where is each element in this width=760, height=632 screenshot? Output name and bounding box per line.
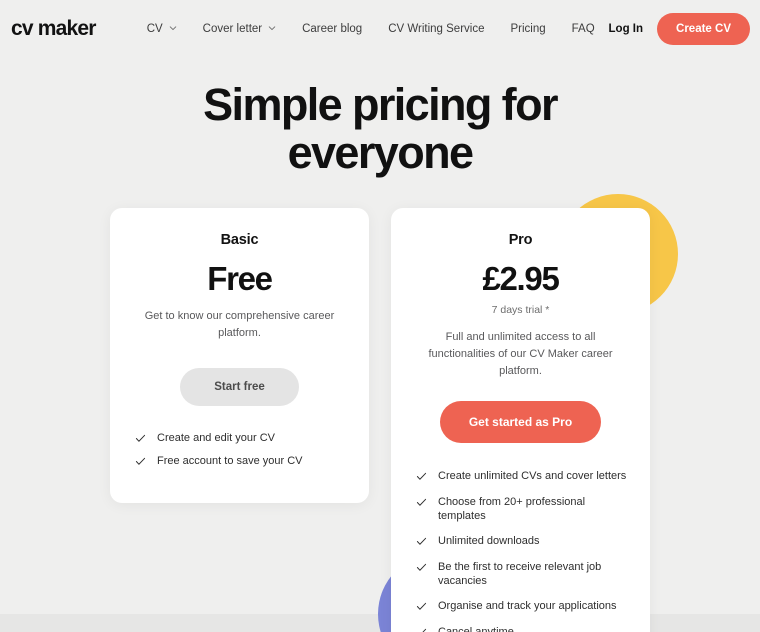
list-item: Be the first to receive relevant job vac… — [413, 560, 628, 589]
list-item: Organise and track your applications — [413, 599, 628, 613]
nav-item-label: FAQ — [571, 23, 595, 35]
nav-item-label: Cover letter — [202, 23, 263, 35]
nav-item-label: CV — [146, 23, 163, 35]
get-started-as-pro-button[interactable]: Get started as Pro — [439, 401, 602, 444]
nav-item-label: CV Writing Service — [388, 23, 485, 35]
feature-text: Create and edit your CV — [157, 431, 276, 444]
plan-price-pro: £2.95 — [482, 260, 559, 298]
logo[interactable]: cv maker — [11, 17, 96, 41]
header-actions: Log In Create CV — [609, 13, 750, 45]
cta-wrapper-pro: Get started as Pro — [413, 379, 628, 444]
check-icon — [416, 562, 427, 573]
pricing-cards: Basic Free Get to know our comprehensive… — [0, 208, 760, 632]
plan-name-pro: Pro — [508, 232, 533, 249]
check-icon — [416, 536, 427, 547]
page-title: Simple pricing for everyone — [203, 79, 558, 179]
feature-text: Be the first to receive relevant job vac… — [438, 560, 602, 587]
feature-text: Create unlimited CVs and cover letters — [438, 470, 627, 483]
list-item: Cancel anytime — [413, 625, 628, 632]
feature-text: Free account to save your CV — [157, 455, 303, 468]
chevron-down-icon — [268, 24, 276, 32]
cta-wrapper-basic: Start free — [132, 342, 347, 406]
nav-item-career-blog[interactable]: Career blog — [289, 17, 375, 41]
check-icon — [416, 471, 427, 482]
pricing-card-pro: Pro £2.95 7 days trial * Full and unlimi… — [391, 208, 650, 632]
plan-price-basic: Free — [207, 260, 273, 298]
check-icon — [135, 433, 146, 444]
feature-list-basic: Create and edit your CV Free account to … — [132, 431, 347, 469]
pricing-page: cv maker CV Cover letter Career blog CV … — [0, 0, 760, 632]
nav-item-faq[interactable]: FAQ — [559, 17, 608, 41]
nav-item-cover-letter[interactable]: Cover letter — [190, 17, 289, 41]
nav-item-label: Career blog — [302, 23, 363, 35]
list-item: Unlimited downloads — [413, 534, 628, 548]
plan-description-basic: Get to know our comprehensive career pla… — [144, 310, 335, 339]
feature-list-pro: Create unlimited CVs and cover letters C… — [413, 469, 628, 632]
site-header: cv maker CV Cover letter Career blog CV … — [0, 0, 760, 58]
hero-section: Simple pricing for everyone — [0, 79, 760, 179]
check-icon — [416, 497, 427, 508]
list-item: Choose from 20+ professional templates — [413, 495, 628, 524]
list-item: Create and edit your CV — [132, 431, 347, 445]
nav-item-pricing[interactable]: Pricing — [498, 17, 559, 41]
chevron-down-icon — [169, 24, 177, 32]
list-item: Free account to save your CV — [132, 454, 347, 468]
check-icon — [416, 627, 427, 632]
check-icon — [416, 601, 427, 612]
main-navigation: CV Cover letter Career blog CV Writing S… — [134, 17, 608, 41]
feature-text: Unlimited downloads — [438, 535, 540, 548]
nav-item-cv[interactable]: CV — [134, 17, 190, 41]
plan-trial-pro: 7 days trial * — [491, 304, 550, 317]
feature-text: Organise and track your applications — [438, 600, 617, 613]
plan-name-basic: Basic — [220, 232, 259, 249]
feature-text: Cancel anytime — [438, 625, 514, 632]
log-in-link[interactable]: Log In — [609, 23, 644, 35]
start-free-button[interactable]: Start free — [180, 367, 299, 406]
plan-description-pro: Full and unlimited access to all functio… — [428, 331, 613, 377]
create-cv-button[interactable]: Create CV — [657, 13, 750, 45]
check-icon — [135, 456, 146, 467]
nav-item-cv-writing-service[interactable]: CV Writing Service — [375, 17, 497, 41]
feature-text: Choose from 20+ professional templates — [438, 495, 586, 523]
pricing-card-basic: Basic Free Get to know our comprehensive… — [110, 208, 369, 504]
nav-item-label: Pricing — [510, 23, 546, 35]
list-item: Create unlimited CVs and cover letters — [413, 469, 628, 483]
